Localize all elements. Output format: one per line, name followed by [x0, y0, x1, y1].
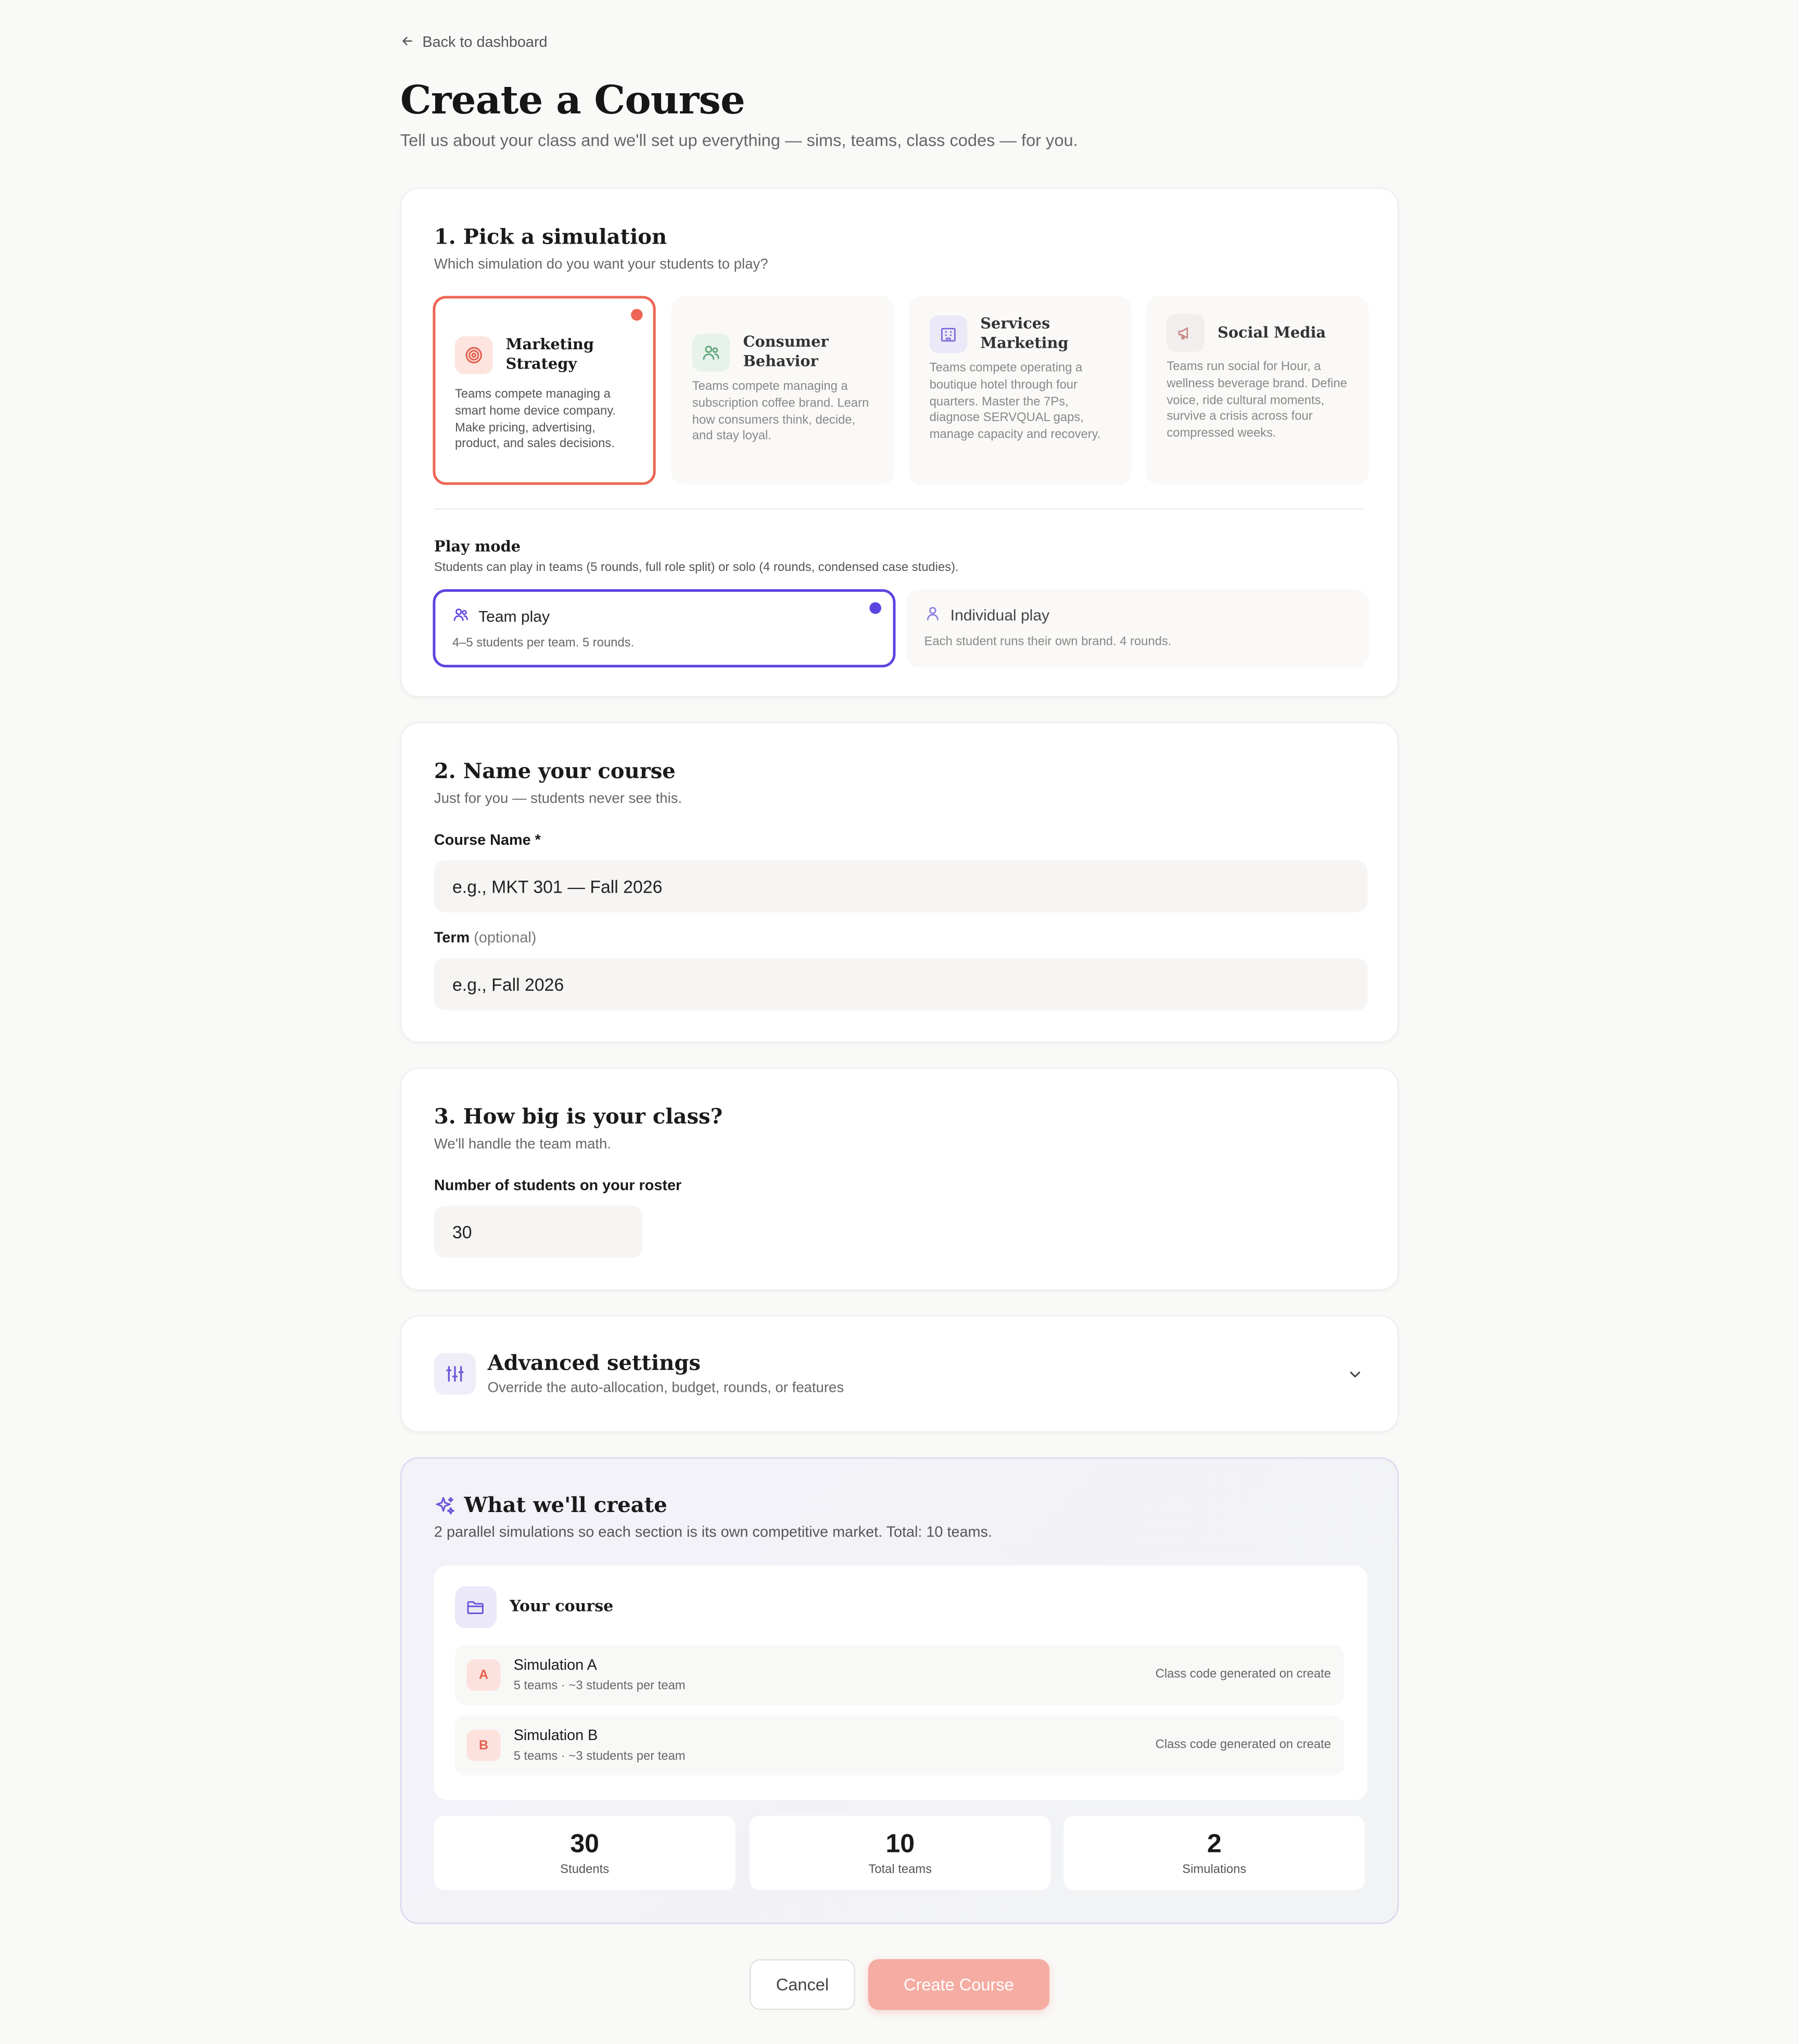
- advanced-title: Advanced settings: [487, 1350, 701, 1376]
- term-input[interactable]: [434, 958, 1368, 1010]
- play-mode-team[interactable]: Team play 4–5 students per team. 5 round…: [433, 589, 896, 668]
- stat-value: 2: [1207, 1830, 1222, 1859]
- chevron-down-icon[interactable]: [1347, 1366, 1364, 1390]
- users-icon: [452, 606, 470, 627]
- section-subtitle: Just for you — students never see this.: [434, 791, 682, 807]
- simulation-name: Consumer Behavior: [743, 332, 829, 371]
- simulation-row: B Simulation B 5 teams · ~3 students per…: [455, 1715, 1344, 1775]
- simulation-name: Marketing Strategy: [505, 335, 594, 373]
- simulation-description: Teams run social for Hour, a wellness be…: [1167, 360, 1347, 441]
- arrow-left-icon: [400, 34, 415, 52]
- target-icon: [455, 335, 493, 374]
- simulation-letter-badge: A: [466, 1659, 501, 1691]
- create-course-button[interactable]: Create Course: [868, 1959, 1049, 2010]
- summary-subtitle: 2 parallel simulations so each section i…: [434, 1525, 992, 1541]
- section-title: 3. How big is your class?: [434, 1104, 723, 1129]
- sliders-icon: [434, 1353, 476, 1395]
- simulation-name: Simulation B: [513, 1728, 598, 1744]
- play-mode-description: 4–5 students per team. 5 rounds.: [452, 636, 635, 651]
- selected-dot: [869, 602, 881, 614]
- back-to-dashboard-link[interactable]: Back to dashboard: [400, 34, 548, 52]
- name-section: 2. Name your course Just for you — stude…: [400, 722, 1399, 1043]
- play-mode-individual[interactable]: Individual play Each student runs their …: [906, 589, 1369, 668]
- back-label: Back to dashboard: [422, 35, 548, 51]
- term-label-wrapper: Term (optional): [434, 931, 536, 946]
- page: Back to dashboard Create a Course Tell u…: [0, 0, 1799, 2044]
- simulation-option-consumer-behavior[interactable]: Consumer Behavior Teams compete managing…: [671, 296, 894, 485]
- stat-label: Simulations: [1182, 1862, 1247, 1877]
- simulation-name: Social Media: [1218, 323, 1326, 342]
- megaphone-icon: [1167, 314, 1205, 352]
- size-section: 3. How big is your class? We'll handle t…: [400, 1068, 1399, 1291]
- simulation-option-marketing-strategy[interactable]: Marketing Strategy Teams compete managin…: [433, 296, 656, 485]
- simulation-option-social-media[interactable]: Social Media Teams run social for Hour, …: [1146, 296, 1369, 485]
- stat-students: 30 Students: [434, 1816, 736, 1890]
- folder-icon: [455, 1586, 497, 1628]
- term-optional-label: (optional): [474, 931, 537, 947]
- selected-dot: [631, 309, 643, 321]
- course-label: Your course: [510, 1596, 614, 1615]
- course-name-label: Course Name *: [434, 833, 541, 849]
- stat-value: 10: [885, 1830, 915, 1859]
- play-mode-label: Individual play: [950, 606, 1050, 625]
- summary-card: What we'll create 2 parallel simulations…: [400, 1457, 1399, 1924]
- stat-simulations: 2 Simulations: [1063, 1816, 1365, 1890]
- stat-label: Students: [560, 1862, 610, 1877]
- simulation-section: 1. Pick a simulation Which simulation do…: [400, 187, 1399, 697]
- simulation-detail: 5 teams · ~3 students per team: [513, 1749, 686, 1764]
- simulation-description: Teams compete managing a smart home devi…: [455, 387, 616, 452]
- sparkles-icon: [434, 1495, 457, 1524]
- stat-label: Total teams: [868, 1862, 932, 1877]
- term-label: Term: [434, 931, 470, 947]
- class-code-note: Class code generated on create: [1155, 1667, 1331, 1682]
- section-subtitle: We'll handle the team math.: [434, 1136, 612, 1152]
- simulation-description: Teams compete operating a boutique hotel…: [929, 361, 1101, 442]
- play-mode-title: Play mode: [434, 537, 521, 555]
- section-title: 2. Name your course: [434, 758, 676, 784]
- simulation-letter-badge: B: [466, 1730, 501, 1761]
- course-name-input[interactable]: [434, 860, 1368, 913]
- stat-total-teams: 10 Total teams: [749, 1816, 1051, 1890]
- stat-value: 30: [570, 1830, 600, 1859]
- play-mode-label: Team play: [478, 607, 550, 626]
- simulation-detail: 5 teams · ~3 students per team: [513, 1679, 686, 1694]
- class-code-note: Class code generated on create: [1155, 1737, 1331, 1752]
- section-divider: [434, 508, 1365, 510]
- play-mode-description: Each student runs their own brand. 4 rou…: [924, 634, 1172, 650]
- section-title: 1. Pick a simulation: [434, 224, 667, 249]
- play-mode-subtitle: Students can play in teams (5 rounds, fu…: [434, 560, 959, 575]
- page-title: Create a Course: [400, 78, 745, 124]
- advanced-settings-toggle[interactable]: Advanced settings Override the auto-allo…: [400, 1315, 1399, 1433]
- simulation-row: A Simulation A 5 teams · ~3 students per…: [455, 1645, 1344, 1705]
- user-icon: [924, 605, 942, 626]
- simulation-description: Teams compete managing a subscription co…: [692, 379, 869, 444]
- simulation-name: Services Marketing: [980, 314, 1069, 352]
- course-preview: Your course A Simulation A 5 teams · ~3 …: [434, 1565, 1368, 1800]
- simulation-option-services-marketing[interactable]: Services Marketing Teams compete operati…: [908, 296, 1132, 485]
- advanced-subtitle: Override the auto-allocation, budget, ro…: [487, 1380, 844, 1396]
- students-label: Number of students on your roster: [434, 1178, 682, 1194]
- students-count-input[interactable]: [434, 1205, 643, 1258]
- summary-title: What we'll create: [464, 1492, 667, 1518]
- simulation-name: Simulation A: [513, 1658, 597, 1674]
- cancel-button[interactable]: Cancel: [749, 1959, 855, 2010]
- section-subtitle: Which simulation do you want your studen…: [434, 257, 768, 273]
- users-icon: [692, 333, 730, 371]
- building-icon: [929, 314, 968, 353]
- page-subtitle: Tell us about your class and we'll set u…: [400, 130, 1078, 150]
